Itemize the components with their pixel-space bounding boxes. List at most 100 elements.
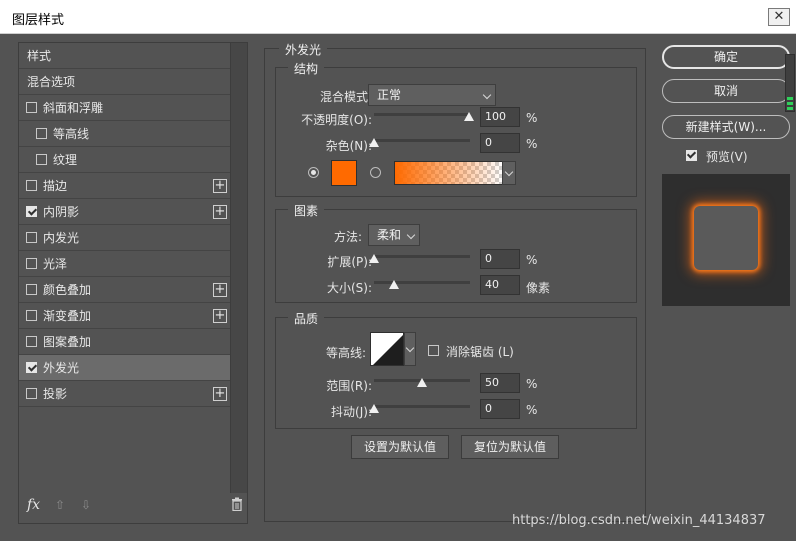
list-item-drop-shadow[interactable]: 投影 + [19, 381, 231, 407]
ok-button[interactable]: 确定 [662, 45, 790, 69]
size-input[interactable]: 40 [480, 275, 520, 295]
trash-icon[interactable] [231, 497, 243, 511]
list-item-label: 图案叠加 [43, 335, 92, 349]
list-item-label: 样式 [27, 49, 52, 63]
spread-label: 扩展(P): [327, 255, 372, 269]
checkbox-checked[interactable] [26, 362, 37, 373]
checkbox[interactable] [36, 154, 47, 165]
list-item-texture[interactable]: 纹理 [19, 147, 231, 173]
move-up-icon[interactable]: ⇧ [55, 498, 65, 512]
reset-default-button[interactable]: 复位为默认值 [461, 435, 559, 459]
glow-color-swatch[interactable] [331, 160, 357, 186]
list-item-inner-glow[interactable]: 内发光 [19, 225, 231, 251]
jitter-slider[interactable] [374, 405, 470, 408]
opacity-slider-thumb[interactable] [464, 112, 474, 121]
meter-bar [787, 97, 793, 100]
add-icon[interactable]: + [213, 309, 227, 323]
linear-contour-icon [373, 335, 403, 365]
opacity-input[interactable]: 100 [480, 107, 520, 127]
list-item-bevel-emboss[interactable]: 斜面和浮雕 [19, 95, 231, 121]
style-list: 样式 混合选项 斜面和浮雕 等高线 纹理 描边 + 内阴影 + 内发光 光泽 颜… [19, 43, 231, 407]
opacity-slider[interactable] [374, 113, 470, 116]
noise-unit: % [526, 137, 538, 151]
size-slider-thumb[interactable] [389, 280, 399, 289]
opacity-label: 不透明度(O): [301, 113, 372, 127]
move-down-icon[interactable]: ⇩ [81, 498, 91, 512]
range-label: 范围(R): [326, 379, 372, 393]
add-icon[interactable]: + [213, 283, 227, 297]
preview-checkbox[interactable] [686, 150, 697, 161]
checkbox-checked[interactable] [26, 206, 37, 217]
make-default-button[interactable]: 设置为默认值 [351, 435, 449, 459]
group-title: 品质 [288, 310, 325, 327]
blend-mode-label: 混合模式: [319, 90, 372, 104]
spread-slider[interactable] [374, 255, 470, 258]
title-bar: 图层样式 ✕ [0, 0, 796, 34]
checkbox[interactable] [26, 180, 37, 191]
list-item-pattern-overlay[interactable]: 图案叠加 [19, 329, 231, 355]
range-slider-thumb[interactable] [417, 378, 427, 387]
new-style-button[interactable]: 新建样式(W)... [662, 115, 790, 139]
checkbox[interactable] [26, 258, 37, 269]
anti-alias-checkbox[interactable] [428, 345, 439, 356]
list-item-gradient-overlay[interactable]: 渐变叠加 + [19, 303, 231, 329]
jitter-unit: % [526, 403, 538, 417]
contour-picker[interactable] [370, 332, 404, 366]
spread-input[interactable]: 0 [480, 249, 520, 269]
list-item-label: 混合选项 [27, 75, 76, 89]
gradient-dropdown-button[interactable] [502, 161, 516, 185]
list-item-inner-shadow[interactable]: 内阴影 + [19, 199, 231, 225]
list-item-satin[interactable]: 光泽 [19, 251, 231, 277]
list-item-stroke[interactable]: 描边 + [19, 173, 231, 199]
technique-select[interactable]: 柔和 [368, 224, 420, 246]
chevron-down-icon [406, 230, 416, 240]
checkbox[interactable] [26, 310, 37, 321]
checkbox[interactable] [26, 284, 37, 295]
add-icon[interactable]: + [213, 179, 227, 193]
spread-unit: % [526, 253, 538, 267]
list-item-outer-glow[interactable]: 外发光 [19, 355, 231, 381]
glow-gradient-picker[interactable] [394, 161, 504, 185]
checkbox[interactable] [36, 128, 47, 139]
cancel-button[interactable]: 取消 [662, 79, 790, 103]
style-preview [662, 174, 790, 306]
outer-glow-panel: 外发光 结构 混合模式: 正常 不透明度(O): 100 % 杂色(N): 0 … [264, 41, 646, 522]
scrollbar[interactable] [230, 43, 247, 493]
list-item-label: 渐变叠加 [43, 309, 92, 323]
noise-input[interactable]: 0 [480, 133, 520, 153]
jitter-label: 抖动(J): [331, 405, 372, 419]
gradient-radio[interactable] [370, 167, 381, 178]
contour-label: 等高线: [325, 346, 366, 360]
add-icon[interactable]: + [213, 387, 227, 401]
range-input[interactable]: 50 [480, 373, 520, 393]
checkbox[interactable] [26, 102, 37, 113]
elements-group: 图素 方法: 柔和 扩展(P): 0 % 大小(S): 40 像素 [275, 202, 637, 303]
noise-slider-thumb[interactable] [369, 138, 379, 147]
panel-title: 外发光 [279, 41, 328, 58]
list-item-label: 斜面和浮雕 [43, 101, 104, 115]
jitter-slider-thumb[interactable] [369, 404, 379, 413]
technique-value: 柔和 [377, 228, 402, 242]
list-item-contour[interactable]: 等高线 [19, 121, 231, 147]
add-icon[interactable]: + [213, 205, 227, 219]
range-unit: % [526, 377, 538, 391]
list-item-blending-options[interactable]: 混合选项 [19, 69, 231, 95]
list-item-color-overlay[interactable]: 颜色叠加 + [19, 277, 231, 303]
solid-color-radio[interactable] [308, 167, 319, 178]
checkbox[interactable] [26, 336, 37, 347]
style-list-panel: 样式 混合选项 斜面和浮雕 等高线 纹理 描边 + 内阴影 + 内发光 光泽 颜… [18, 42, 248, 524]
jitter-input[interactable]: 0 [480, 399, 520, 419]
contour-dropdown-button[interactable] [404, 332, 416, 366]
spread-slider-thumb[interactable] [369, 254, 379, 263]
opacity-unit: % [526, 111, 538, 125]
fx-icon[interactable]: fx [27, 497, 40, 513]
blend-mode-select[interactable]: 正常 [368, 84, 496, 106]
group-title: 结构 [288, 60, 325, 77]
checkbox[interactable] [26, 232, 37, 243]
checkbox[interactable] [26, 388, 37, 399]
list-item-styles[interactable]: 样式 [19, 43, 231, 69]
blend-mode-value: 正常 [377, 88, 402, 102]
close-button[interactable]: ✕ [768, 8, 790, 26]
noise-slider[interactable] [374, 139, 470, 142]
preview-label: 预览(V) [706, 150, 748, 164]
